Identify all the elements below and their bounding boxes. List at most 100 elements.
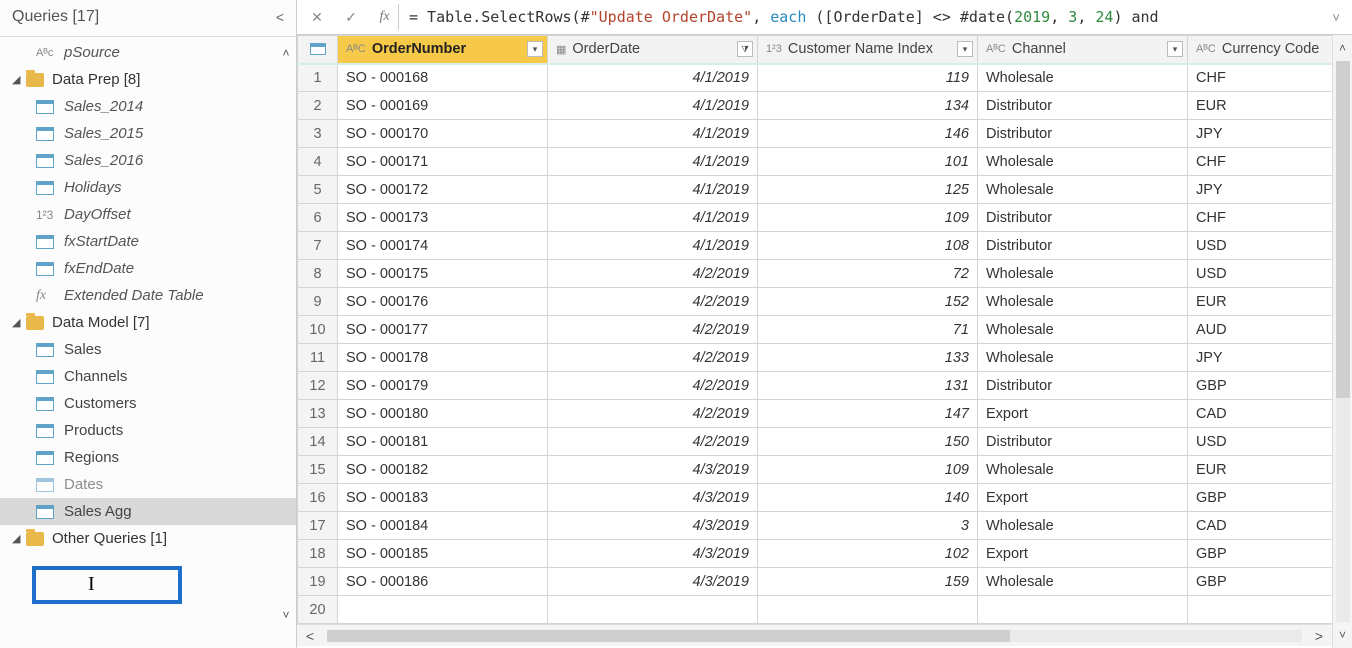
cell-orderdate[interactable]: 4/1/2019 [548, 204, 758, 232]
cell-channel[interactable]: Export [978, 540, 1188, 568]
cell-ordernumber[interactable]: SO - 000185 [338, 540, 548, 568]
scroll-down-icon[interactable]: ˅ [282, 602, 289, 628]
cell-customer-index[interactable]: 102 [758, 540, 978, 568]
scroll-thumb[interactable] [1336, 61, 1350, 398]
cell-ordernumber[interactable]: SO - 000173 [338, 204, 548, 232]
query-products[interactable]: Products [0, 417, 296, 444]
cancel-button[interactable]: ✕ [303, 4, 331, 30]
cell-orderdate[interactable]: 4/2/2019 [548, 428, 758, 456]
cell-ordernumber[interactable]: SO - 000179 [338, 372, 548, 400]
cell-channel[interactable]: Wholesale [978, 512, 1188, 540]
table-row[interactable]: 5SO - 0001724/1/2019125WholesaleJPY [298, 176, 1333, 204]
cell-currency[interactable]: USD [1188, 232, 1333, 260]
cell-currency[interactable]: JPY [1188, 120, 1333, 148]
cell-orderdate[interactable]: 4/2/2019 [548, 344, 758, 372]
cell-customer-index[interactable] [758, 596, 978, 624]
group-data-model[interactable]: ◢ Data Model [7] [0, 309, 296, 336]
cell-ordernumber[interactable]: SO - 000170 [338, 120, 548, 148]
cell-customer-index[interactable]: 72 [758, 260, 978, 288]
scroll-up-icon[interactable]: ˄ [1339, 35, 1346, 61]
query-extended-date-table[interactable]: fx Extended Date Table [0, 282, 296, 309]
table-row[interactable]: 1SO - 0001684/1/2019119WholesaleCHF [298, 64, 1333, 92]
query-sales-2015[interactable]: Sales_2015 [0, 120, 296, 147]
cell-channel[interactable]: Wholesale [978, 64, 1188, 92]
cell-orderdate[interactable]: 4/2/2019 [548, 260, 758, 288]
table-row[interactable]: 8SO - 0001754/2/201972WholesaleUSD [298, 260, 1333, 288]
cell-ordernumber[interactable]: SO - 000180 [338, 400, 548, 428]
cell-ordernumber[interactable]: SO - 000176 [338, 288, 548, 316]
cell-currency[interactable]: CHF [1188, 148, 1333, 176]
table-row[interactable]: 14SO - 0001814/2/2019150DistributorUSD [298, 428, 1333, 456]
cell-currency[interactable]: JPY [1188, 344, 1333, 372]
cell-ordernumber[interactable]: SO - 000181 [338, 428, 548, 456]
cell-customer-index[interactable]: 147 [758, 400, 978, 428]
scroll-track[interactable] [327, 630, 1302, 642]
column-dropdown-icon[interactable]: ▾ [957, 41, 973, 57]
cell-channel[interactable]: Distributor [978, 428, 1188, 456]
table-row[interactable]: 3SO - 0001704/1/2019146DistributorJPY [298, 120, 1333, 148]
cell-customer-index[interactable]: 131 [758, 372, 978, 400]
cell-ordernumber[interactable]: SO - 000174 [338, 232, 548, 260]
table-row[interactable]: 11SO - 0001784/2/2019133WholesaleJPY [298, 344, 1333, 372]
table-row[interactable]: 12SO - 0001794/2/2019131DistributorGBP [298, 372, 1333, 400]
cell-customer-index[interactable]: 146 [758, 120, 978, 148]
table-row[interactable]: 15SO - 0001824/3/2019109WholesaleEUR [298, 456, 1333, 484]
cell-channel[interactable]: Wholesale [978, 568, 1188, 596]
cell-currency[interactable]: GBP [1188, 568, 1333, 596]
cell-channel[interactable]: Distributor [978, 204, 1188, 232]
group-other-queries[interactable]: ◢ Other Queries [1] [0, 525, 296, 552]
cell-orderdate[interactable]: 4/3/2019 [548, 568, 758, 596]
cell-currency[interactable]: USD [1188, 428, 1333, 456]
cell-customer-index[interactable]: 3 [758, 512, 978, 540]
cell-channel[interactable]: Wholesale [978, 288, 1188, 316]
group-data-prep[interactable]: ◢ Data Prep [8] [0, 66, 296, 93]
cell-customer-index[interactable]: 119 [758, 64, 978, 92]
collapse-pane-icon[interactable]: < [276, 9, 284, 25]
cell-channel[interactable]: Wholesale [978, 456, 1188, 484]
cell-ordernumber[interactable]: SO - 000171 [338, 148, 548, 176]
query-channels[interactable]: Channels [0, 363, 296, 390]
cell-currency[interactable]: EUR [1188, 288, 1333, 316]
cell-ordernumber[interactable]: SO - 000175 [338, 260, 548, 288]
query-sales-2014[interactable]: Sales_2014 [0, 93, 296, 120]
table-row[interactable]: 2SO - 0001694/1/2019134DistributorEUR [298, 92, 1333, 120]
query-regions[interactable]: Regions [0, 444, 296, 471]
cell-channel[interactable]: Wholesale [978, 260, 1188, 288]
query-sales[interactable]: Sales [0, 336, 296, 363]
query-fxstartdate[interactable]: fxStartDate [0, 228, 296, 255]
cell-currency[interactable]: GBP [1188, 484, 1333, 512]
cell-ordernumber[interactable]: SO - 000172 [338, 176, 548, 204]
cell-orderdate[interactable]: 4/2/2019 [548, 288, 758, 316]
table-row[interactable]: 4SO - 0001714/1/2019101WholesaleCHF [298, 148, 1333, 176]
cell-currency[interactable]: AUD [1188, 316, 1333, 344]
cell-customer-index[interactable]: 134 [758, 92, 978, 120]
table-row[interactable]: 19SO - 0001864/3/2019159WholesaleGBP [298, 568, 1333, 596]
col-ordernumber[interactable]: AᴮC OrderNumber ▾ [338, 36, 548, 64]
cell-customer-index[interactable]: 140 [758, 484, 978, 512]
cell-currency[interactable]: USD [1188, 260, 1333, 288]
cell-channel[interactable]: Distributor [978, 92, 1188, 120]
cell-orderdate[interactable]: 4/3/2019 [548, 484, 758, 512]
cell-channel[interactable]: Distributor [978, 232, 1188, 260]
query-fxenddate[interactable]: fxEndDate [0, 255, 296, 282]
scroll-thumb[interactable] [327, 630, 1010, 642]
scroll-down-icon[interactable]: ˅ [1339, 622, 1346, 648]
confirm-button[interactable]: ✓ [337, 4, 365, 30]
horizontal-scrollbar[interactable]: < > [297, 624, 1332, 646]
query-customers[interactable]: Customers [0, 390, 296, 417]
table-row[interactable]: 10SO - 0001774/2/201971WholesaleAUD [298, 316, 1333, 344]
cell-ordernumber[interactable]: SO - 000183 [338, 484, 548, 512]
cell-currency[interactable]: CAD [1188, 512, 1333, 540]
cell-ordernumber[interactable]: SO - 000177 [338, 316, 548, 344]
column-dropdown-icon[interactable]: ▾ [1167, 41, 1183, 57]
cell-customer-index[interactable]: 101 [758, 148, 978, 176]
cell-currency[interactable]: GBP [1188, 372, 1333, 400]
col-channel[interactable]: AᴮC Channel ▾ [978, 36, 1188, 64]
cell-currency[interactable] [1188, 596, 1333, 624]
cell-orderdate[interactable]: 4/3/2019 [548, 540, 758, 568]
cell-ordernumber[interactable]: SO - 000186 [338, 568, 548, 596]
cell-ordernumber[interactable]: SO - 000178 [338, 344, 548, 372]
cell-ordernumber[interactable]: SO - 000184 [338, 512, 548, 540]
cell-orderdate[interactable]: 4/1/2019 [548, 148, 758, 176]
data-grid[interactable]: AᴮC OrderNumber ▾ ▦ OrderDate ⧩ [297, 35, 1332, 648]
